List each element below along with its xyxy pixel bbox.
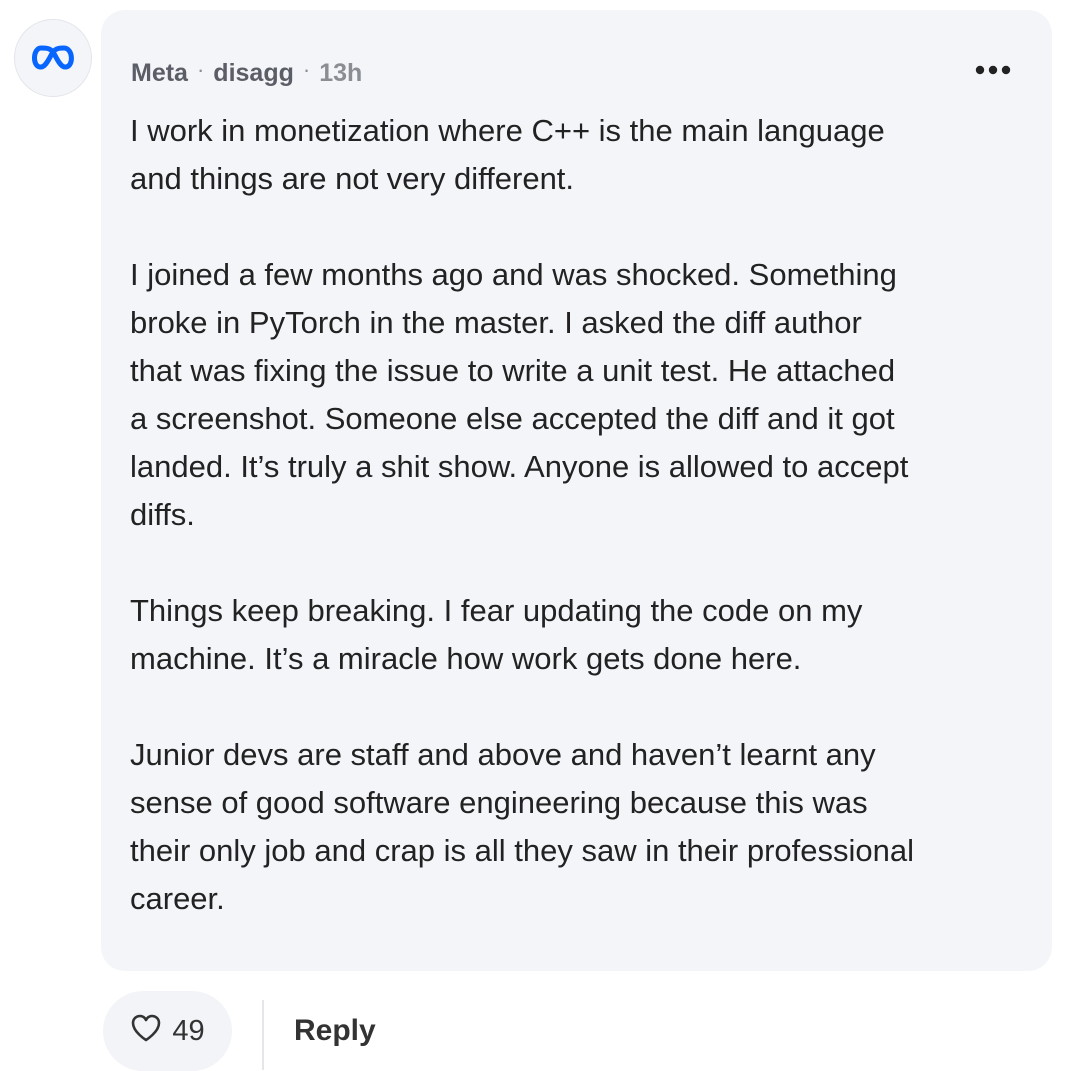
post-line: diffs. (130, 497, 195, 532)
post-line: career. (130, 881, 225, 916)
post-body: I work in monetization where C++ is the … (130, 107, 1030, 971)
action-divider (262, 1000, 264, 1070)
like-count: 49 (172, 1014, 205, 1047)
post-line: broke in PyTorch in the master. I asked … (130, 305, 862, 340)
post-line: and things are not very different. (130, 161, 575, 196)
post-line: Junior devs are staff and above and have… (130, 737, 876, 772)
post-line: a screenshot. Someone else accepted the … (130, 401, 895, 436)
post-line: sense of good software engineering becau… (130, 785, 868, 820)
like-button[interactable]: 49 (103, 991, 232, 1071)
heart-outline-icon (130, 1013, 162, 1048)
username[interactable]: disagg (213, 58, 294, 88)
post-line: Things keep breaking. I fear updating th… (130, 593, 863, 628)
company-name[interactable]: Meta (131, 58, 188, 88)
post-line: their only job and crap is all they saw … (130, 833, 915, 868)
post-paragraph: Things keep breaking. I fear updating th… (130, 587, 1030, 683)
post-card: Meta · disagg · 13h I work in monetizati… (101, 10, 1052, 971)
post-line: machine. It’s a miracle how work gets do… (130, 641, 802, 676)
post-line: that was fixing the issue to write a uni… (130, 353, 896, 388)
reply-button[interactable]: Reply (294, 1012, 376, 1050)
avatar[interactable] (14, 19, 92, 97)
post-paragraph: I joined a few months ago and was shocke… (130, 251, 1030, 539)
post-line: landed. It’s truly a shit show. Anyone i… (130, 449, 909, 484)
more-options-button[interactable] (969, 54, 1017, 88)
meta-separator: · (196, 57, 205, 82)
post-line: I work in monetization where C++ is the … (130, 113, 885, 148)
post-paragraph: I work in monetization where C++ is the … (130, 107, 1030, 203)
post-paragraph: Junior devs are staff and above and have… (130, 731, 1030, 923)
more-options-icon (975, 62, 1011, 80)
meta-logo-icon (29, 42, 77, 74)
post-line: I joined a few months ago and was shocke… (130, 257, 897, 292)
meta-separator: · (302, 57, 311, 82)
post-meta: Meta · disagg · 13h (131, 57, 363, 89)
timestamp: 13h (319, 59, 363, 87)
